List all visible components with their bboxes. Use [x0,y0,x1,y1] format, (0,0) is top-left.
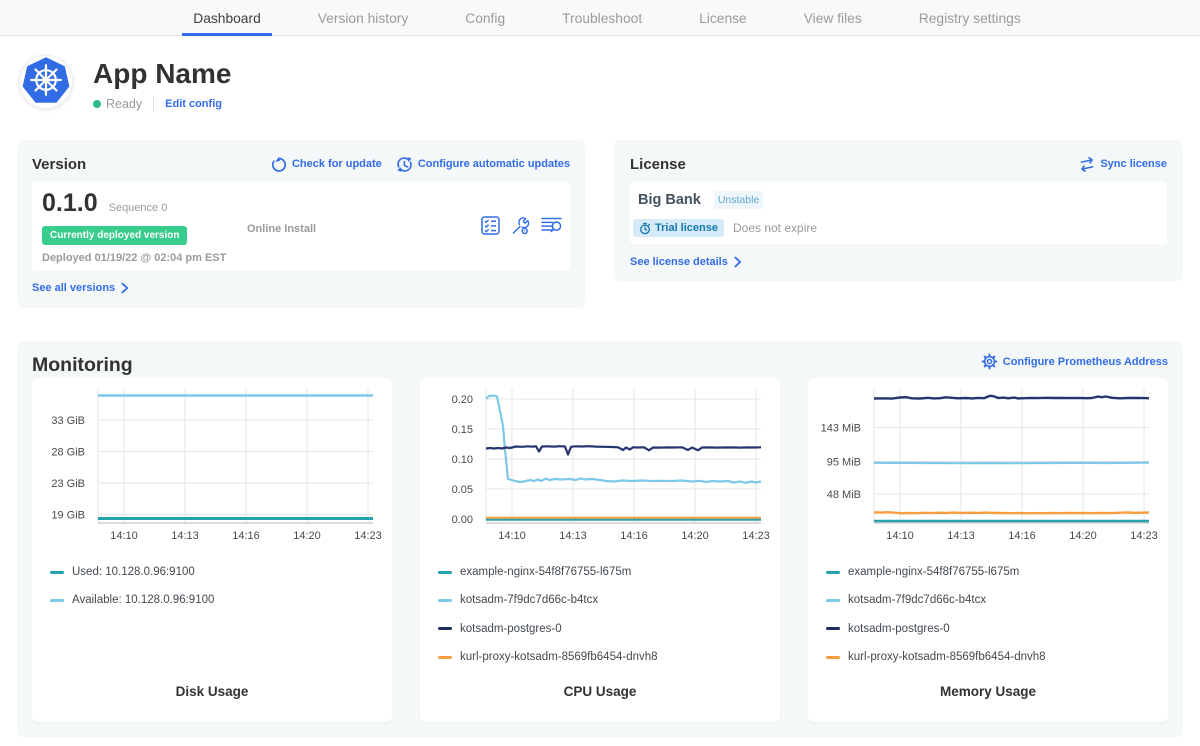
svg-text:14:10: 14:10 [110,530,138,542]
svg-text:14:16: 14:16 [232,530,260,542]
svg-text:48 MiB: 48 MiB [827,489,861,501]
svg-text:14:23: 14:23 [354,530,382,542]
svg-text:14:10: 14:10 [886,530,914,542]
svg-text:95 MiB: 95 MiB [827,457,861,469]
svg-text:14:23: 14:23 [742,530,770,542]
svg-text:14:20: 14:20 [293,530,321,542]
svg-text:14:13: 14:13 [947,530,975,542]
svg-text:19 GiB: 19 GiB [51,510,85,522]
svg-text:14:13: 14:13 [171,530,199,542]
svg-text:23 GiB: 23 GiB [51,478,85,490]
svg-text:0.10: 0.10 [452,454,473,466]
svg-text:33 GiB: 33 GiB [51,415,85,427]
svg-text:28 GiB: 28 GiB [51,447,85,459]
svg-text:0.05: 0.05 [452,484,473,496]
svg-text:14:16: 14:16 [620,530,648,542]
svg-text:0.00: 0.00 [452,514,473,526]
svg-text:0.20: 0.20 [452,394,473,406]
svg-text:143 MiB: 143 MiB [821,423,861,435]
svg-text:14:23: 14:23 [1130,530,1158,542]
svg-text:14:10: 14:10 [498,530,526,542]
svg-text:14:16: 14:16 [1008,530,1036,542]
svg-text:0.15: 0.15 [452,424,473,436]
svg-text:14:20: 14:20 [1069,530,1097,542]
svg-text:14:20: 14:20 [681,530,709,542]
svg-text:14:13: 14:13 [559,530,587,542]
